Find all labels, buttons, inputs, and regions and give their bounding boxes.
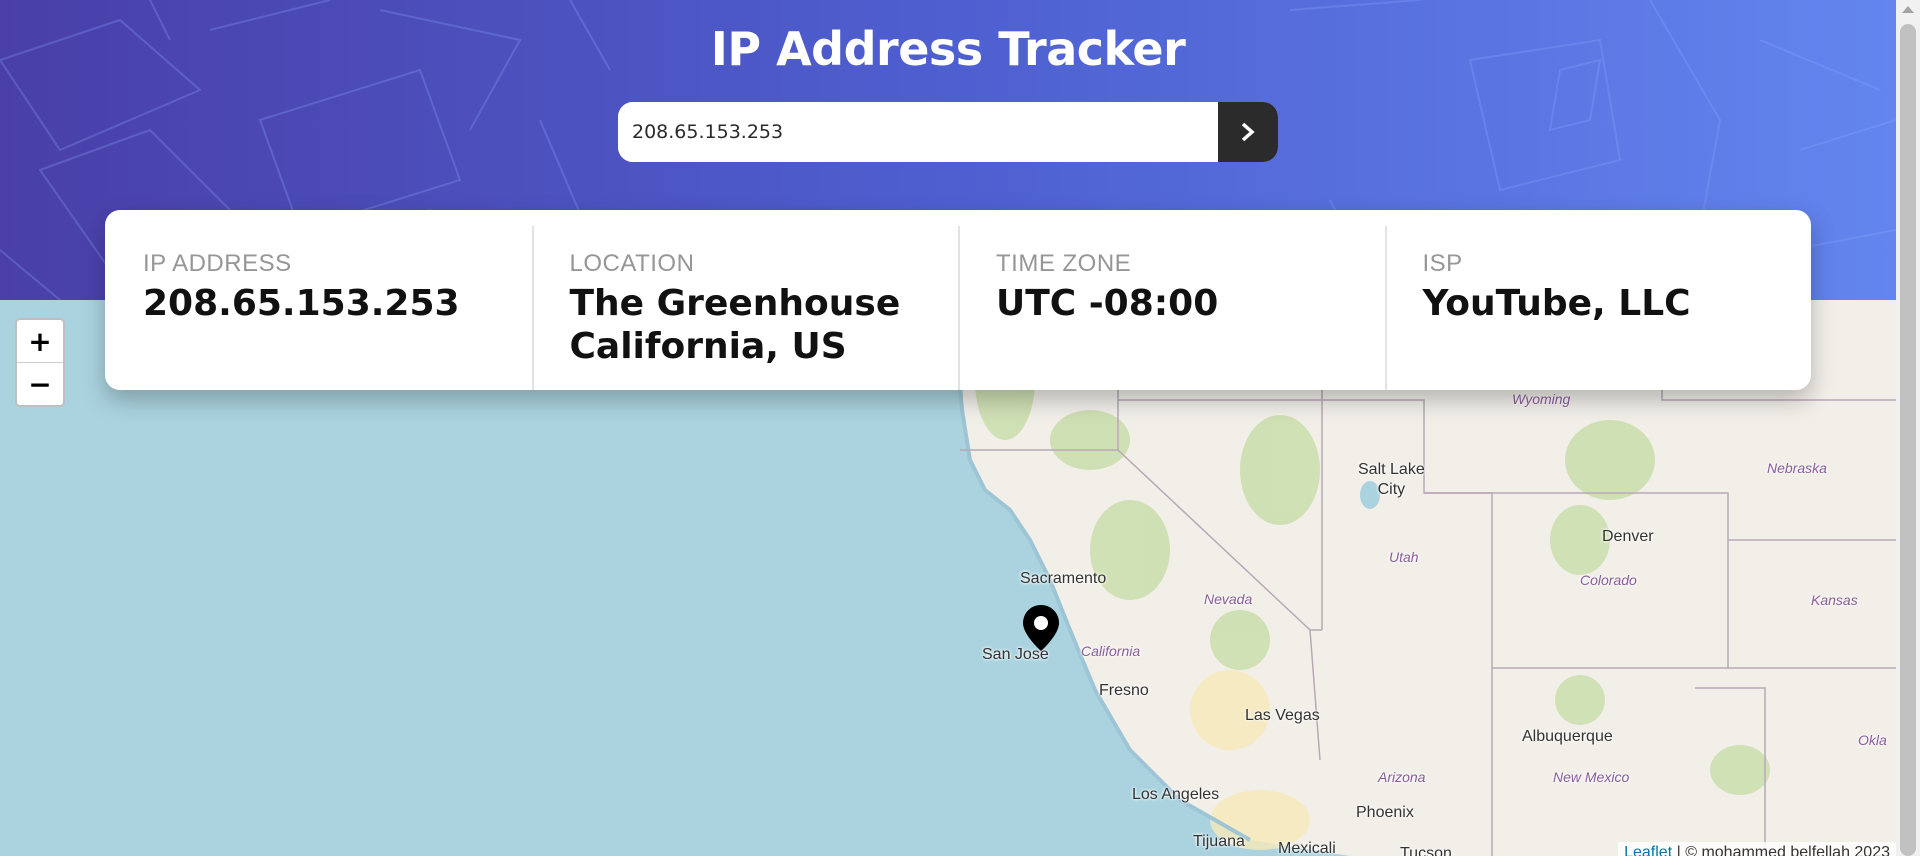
map-label-mexicali: Mexicali xyxy=(1278,840,1336,856)
timezone-label: TIME ZONE xyxy=(996,250,1132,277)
map-label-las-vegas: Las Vegas xyxy=(1245,707,1320,724)
isp-label: ISP xyxy=(1422,250,1463,277)
vertical-scrollbar[interactable] xyxy=(1896,0,1920,856)
search-bar xyxy=(618,102,1278,162)
location-value: The Greenhouse California, US xyxy=(569,283,901,367)
map-label-phoenix: Phoenix xyxy=(1356,804,1414,821)
map-label-sacramento: Sacramento xyxy=(1020,570,1107,587)
map-label-los-angeles: Los Angeles xyxy=(1132,786,1220,803)
location-section: LOCATION The Greenhouse California, US xyxy=(531,210,959,390)
map-attribution: Leaflet | © mohammed belfellah 2023 xyxy=(1618,842,1896,856)
submit-button[interactable] xyxy=(1218,102,1278,162)
map-label-new-mexico: New Mexico xyxy=(1553,769,1630,785)
map-label-albuquerque: Albuquerque xyxy=(1522,728,1613,745)
map-label-tucson: Tucson xyxy=(1400,845,1452,856)
location-label: LOCATION xyxy=(569,250,695,277)
ip-value: 208.65.153.253 xyxy=(143,283,460,324)
timezone-section: TIME ZONE UTC -08:00 xyxy=(958,210,1385,390)
map-label-wyoming: Wyoming xyxy=(1512,391,1571,407)
map-label-nevada: Nevada xyxy=(1204,591,1253,607)
map-label-oklahoma: Okla xyxy=(1858,732,1887,748)
leaflet-link[interactable]: Leaflet xyxy=(1624,844,1672,856)
isp-section: ISP YouTube, LLC xyxy=(1384,210,1812,390)
map-label-salt-lake-city: Salt Lake City xyxy=(1358,461,1425,498)
ip-section: IP ADDRESS 208.65.153.253 xyxy=(105,210,532,390)
isp-value: YouTube, LLC xyxy=(1422,283,1691,324)
ip-label: IP ADDRESS xyxy=(143,250,292,277)
zoom-in-button[interactable]: + xyxy=(17,320,63,362)
ip-search-input[interactable] xyxy=(618,102,1218,162)
map-label-denver: Denver xyxy=(1602,528,1654,545)
map-label-kansas: Kansas xyxy=(1811,592,1858,608)
scrollbar-thumb[interactable] xyxy=(1900,24,1916,856)
location-marker[interactable] xyxy=(1022,604,1060,656)
scroll-up-arrow-icon[interactable] xyxy=(1902,6,1914,13)
map-label-arizona: Arizona xyxy=(1378,769,1426,785)
map-label-california: California xyxy=(1081,643,1141,659)
timezone-value: UTC -08:00 xyxy=(996,283,1219,324)
map-label-fresno: Fresno xyxy=(1099,682,1149,699)
map-label-utah: Utah xyxy=(1389,549,1419,565)
map-label-nebraska: Nebraska xyxy=(1767,460,1827,476)
info-card: IP ADDRESS 208.65.153.253 LOCATION The G… xyxy=(105,210,1811,390)
map-label-colorado: Colorado xyxy=(1580,572,1637,588)
chevron-right-icon xyxy=(1241,122,1255,142)
zoom-out-button[interactable]: − xyxy=(17,362,63,405)
map-pin-icon xyxy=(1023,605,1059,651)
page-title: IP Address Tracker xyxy=(710,22,1186,76)
map-label-tijuana: Tijuana xyxy=(1193,833,1245,850)
zoom-control: + − xyxy=(15,318,65,407)
attribution-text: | © mohammed belfellah 2023 xyxy=(1672,844,1890,856)
